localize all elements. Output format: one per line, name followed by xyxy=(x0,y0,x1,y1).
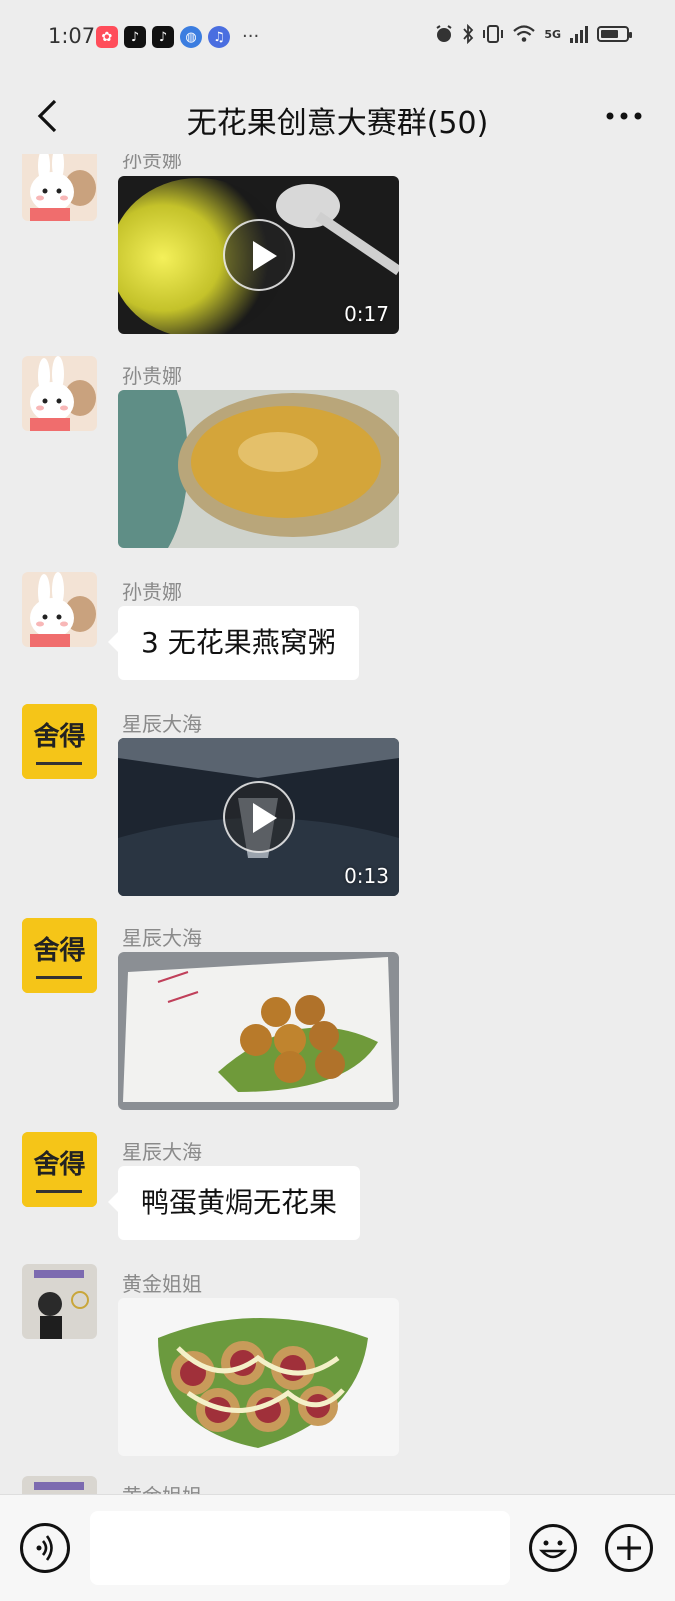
alarm-icon xyxy=(436,25,452,42)
play-icon xyxy=(222,781,295,853)
voice-icon xyxy=(36,1535,53,1561)
sender-name: 星辰大海 xyxy=(122,1140,202,1164)
notification-icons: ✿ ♪ ♪ ◍ ♫ ··· xyxy=(96,26,259,48)
music-icon: ♫ xyxy=(208,26,230,48)
text-message[interactable]: 3 无花果燕窝粥 xyxy=(108,606,359,680)
sender-name: 星辰大海 xyxy=(122,712,202,736)
avatar-rabbit[interactable] xyxy=(22,356,97,431)
avatar-sheде[interactable]: 舍得 xyxy=(22,704,97,779)
wifi-icon xyxy=(513,25,536,42)
tiktok-lite-icon: ♪ xyxy=(124,26,146,48)
video-duration: 0:17 xyxy=(344,302,389,326)
xiaohongshu-icon: ✿ xyxy=(96,26,118,48)
more-functions-button[interactable] xyxy=(604,1523,654,1573)
network-label: 5G xyxy=(544,27,561,41)
fig-dish-photo xyxy=(118,1298,399,1456)
girl-avatar-icon xyxy=(22,1476,97,1494)
rabbit-avatar-icon xyxy=(22,154,97,221)
battery-icon xyxy=(597,26,632,42)
message-input[interactable] xyxy=(90,1511,510,1585)
avatar-golden-sister[interactable] xyxy=(22,1476,97,1494)
bluetooth-icon xyxy=(463,24,474,44)
voice-input-button[interactable] xyxy=(20,1523,70,1573)
emoji-button[interactable] xyxy=(528,1523,578,1573)
sender-name: 黄金姐姐 xyxy=(122,1480,202,1494)
sender-name: 黄金姐姐 xyxy=(122,1272,202,1296)
input-bar xyxy=(0,1494,675,1601)
sender-name: 孙贵娜 xyxy=(122,364,182,388)
fried-balls-photo xyxy=(118,952,399,1110)
girl-avatar-icon xyxy=(22,1264,97,1339)
sender-name: 孙贵娜 xyxy=(122,154,182,172)
avatar-logo-text: 舍得 xyxy=(33,1150,86,1180)
avatar-logo-text: 舍得 xyxy=(33,722,86,752)
rabbit-avatar-icon xyxy=(22,572,97,647)
play-icon xyxy=(222,219,295,291)
avatar-logo-text: 舍得 xyxy=(33,936,86,966)
chat-header: 无花果创意大赛群(50) xyxy=(0,78,675,154)
sender-name: 星辰大海 xyxy=(122,926,202,950)
system-icons: 5G xyxy=(434,24,632,44)
avatar-golden-sister[interactable] xyxy=(22,1264,97,1339)
tiktok-icon: ♪ xyxy=(152,26,174,48)
avatar-sheде[interactable]: 舍得 xyxy=(22,918,97,993)
sender-name: 孙贵娜 xyxy=(122,580,182,604)
video-duration: 0:13 xyxy=(344,864,389,888)
text-message[interactable]: 鸭蛋黄焗无花果 xyxy=(107,1166,361,1240)
image-message[interactable] xyxy=(118,1298,399,1456)
avatar-sheде[interactable]: 舍得 xyxy=(22,1132,97,1207)
smiley-icon xyxy=(529,1524,577,1572)
video-message[interactable]: 0:17 xyxy=(118,176,399,334)
status-bar: 1:07 ✿ ♪ ♪ ◍ ♫ ··· 5G xyxy=(0,0,675,78)
video-message[interactable]: 0:13 xyxy=(118,738,399,896)
chat-title: 无花果创意大赛群(50) xyxy=(186,106,489,141)
porridge-photo xyxy=(118,390,399,548)
message-list[interactable]: 孙贵娜 0:17 孙贵娜 孙贵娜 3 无花果燕窝粥 舍得 星辰大海 0:13 舍… xyxy=(0,154,675,1494)
more-options-button[interactable] xyxy=(599,96,649,136)
vibrate-icon xyxy=(483,25,504,43)
plus-icon xyxy=(605,1524,653,1572)
status-time: 1:07 xyxy=(48,24,96,48)
more-dots-icon xyxy=(606,112,642,120)
image-message[interactable] xyxy=(118,390,399,548)
browser-icon: ◍ xyxy=(180,26,202,48)
avatar-rabbit[interactable] xyxy=(22,572,97,647)
image-message[interactable] xyxy=(118,952,399,1110)
avatar-rabbit[interactable] xyxy=(22,154,97,221)
signal-icon xyxy=(570,26,588,43)
more-notifications-icon: ··· xyxy=(242,26,260,47)
rabbit-avatar-icon xyxy=(22,356,97,431)
